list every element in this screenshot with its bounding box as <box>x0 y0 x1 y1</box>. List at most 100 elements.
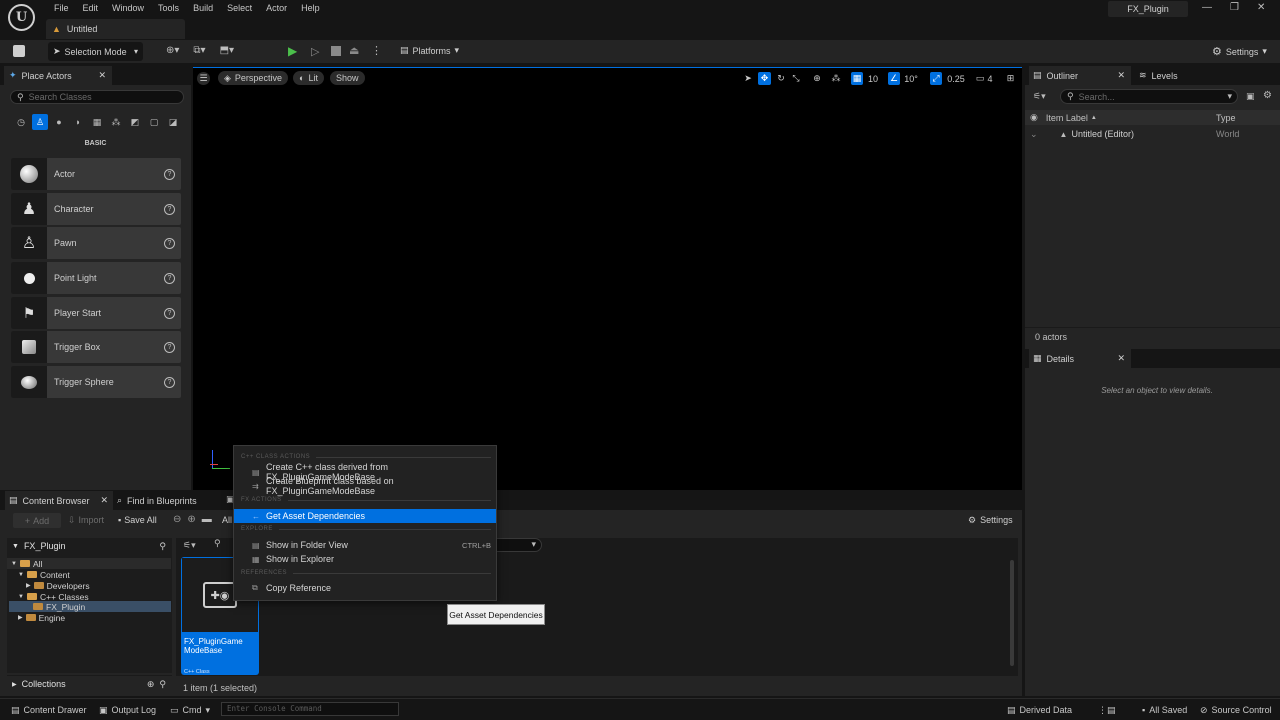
close-window-icon[interactable]: ✕ <box>1257 2 1265 13</box>
menu-edit[interactable]: Edit <box>76 2 106 14</box>
scale-snap-icon[interactable]: ⤢ <box>930 72 942 85</box>
show-in-folder-view-item[interactable]: ▤ Show in Folder View CTRL+B <box>234 538 496 552</box>
close-tab-icon[interactable]: ✕ <box>1117 70 1125 81</box>
play-icon[interactable]: ▶ <box>288 44 297 58</box>
surface-snap-icon[interactable]: ⁂ <box>830 72 842 85</box>
volumes-icon[interactable]: ▢ <box>146 114 162 130</box>
item-label-column[interactable]: Item Label <box>1046 113 1088 123</box>
find-in-blueprints-tab[interactable]: ⌕ Find in Blueprints <box>117 491 197 510</box>
help-icon[interactable]: ? <box>164 203 175 215</box>
search-classes-input[interactable]: ⚲ Search Classes <box>10 90 184 104</box>
step-icon[interactable]: ▷ <box>311 45 319 58</box>
save-icon[interactable] <box>13 45 25 57</box>
close-tab-icon[interactable]: ✕ <box>98 70 106 81</box>
visual-effects-icon[interactable]: ⁂ <box>108 114 124 130</box>
close-tab-icon[interactable]: ✕ <box>100 495 108 506</box>
menu-help[interactable]: Help <box>294 2 327 14</box>
shapes-icon[interactable]: ◗ <box>70 114 86 130</box>
all-classes-icon[interactable]: ◪ <box>165 114 181 130</box>
platforms-button[interactable]: ▤ Platforms ▾ <box>400 45 459 56</box>
menu-select[interactable]: Select <box>220 2 259 14</box>
all-saved-button[interactable]: ▪ All Saved <box>1142 703 1187 717</box>
asset-search-input[interactable]: ▾ <box>494 538 542 552</box>
geometry-icon[interactable]: ◩ <box>127 114 143 130</box>
details-tab[interactable]: ▦ Details ✕ <box>1029 349 1131 368</box>
gear-icon[interactable]: ⚙ <box>1263 90 1272 101</box>
add-collection-icon[interactable]: ⊕ <box>147 679 155 690</box>
scale-icon[interactable]: ⤡ <box>790 72 802 85</box>
search-icon[interactable]: ⚲ <box>159 679 166 690</box>
tree-item-developers[interactable]: ▶ Developers <box>26 580 90 591</box>
help-icon[interactable]: ? <box>164 272 175 284</box>
grid-snap-value[interactable]: 10 <box>866 72 880 85</box>
help-icon[interactable]: ? <box>164 168 175 180</box>
recent-icon[interactable]: ◷ <box>13 114 29 130</box>
menu-file[interactable]: File <box>47 2 76 14</box>
save-all-button[interactable]: ▪ Save All <box>118 515 157 525</box>
content-settings-button[interactable]: ⚙ Settings <box>968 515 1013 526</box>
expand-chevron-icon[interactable]: ⌄ <box>1030 129 1038 140</box>
lit-button[interactable]: ◐ Lit <box>293 71 324 85</box>
type-column[interactable]: Type <box>1216 113 1236 123</box>
show-button[interactable]: Show <box>330 71 365 85</box>
help-icon[interactable]: ? <box>164 341 175 353</box>
asset-scrollbar[interactable] <box>1010 560 1014 666</box>
actor-item-actor[interactable]: Actor ? <box>11 158 181 190</box>
tree-item-all[interactable]: ▼ All <box>7 558 171 569</box>
cinematic-icon[interactable]: ▦ <box>89 114 105 130</box>
path-breadcrumb[interactable]: All <box>222 515 232 525</box>
world-local-icon[interactable]: ⊕ <box>811 72 823 85</box>
stop-icon[interactable] <box>331 46 341 56</box>
tree-item-content[interactable]: ▼ Content <box>18 569 70 580</box>
help-icon[interactable]: ? <box>164 237 175 249</box>
search-icon[interactable]: ⚲ <box>214 538 221 549</box>
actor-item-trigger-sphere[interactable]: Trigger Sphere ? <box>11 366 181 398</box>
restore-icon[interactable]: ❐ <box>1230 2 1239 13</box>
grid-snap-icon[interactable]: ▦ <box>851 72 863 85</box>
scale-snap-value[interactable]: 0.25 <box>945 72 967 85</box>
actor-item-player-start[interactable]: ⚑ Player Start ? <box>11 297 181 329</box>
tree-item-fx-plugin[interactable]: FX_Plugin <box>9 601 171 612</box>
console-input[interactable]: Enter Console Command <box>221 702 399 716</box>
eject-icon[interactable]: ⏏ <box>349 44 359 57</box>
import-button[interactable]: ⇩ Import <box>68 515 104 526</box>
show-in-explorer-item[interactable]: ▦ Show in Explorer <box>234 552 496 566</box>
place-actors-tab[interactable]: ✦ Place Actors ✕ <box>4 66 112 85</box>
search-icon[interactable]: ⚲ <box>159 541 166 552</box>
menu-window[interactable]: Window <box>105 2 151 14</box>
content-browser-tab[interactable]: ▤ Content Browser ✕ <box>5 491 113 510</box>
rotation-snap-value[interactable]: 10° <box>903 72 919 85</box>
menu-build[interactable]: Build <box>186 2 220 14</box>
levels-tab[interactable]: ≋ Levels <box>1139 66 1178 85</box>
source-control-button[interactable]: ⊘ Source Control <box>1200 703 1272 717</box>
output-log-button[interactable]: ▣ Output Log <box>99 703 156 717</box>
camera-speed-value[interactable]: 4 <box>985 72 995 85</box>
menu-tools[interactable]: Tools <box>151 2 186 14</box>
selection-mode-dropdown[interactable]: ➤ Selection Mode ▾ <box>48 42 143 61</box>
settings-button[interactable]: ⚙ Settings ▾ <box>1212 45 1267 58</box>
actor-item-trigger-box[interactable]: Trigger Box ? <box>11 331 181 363</box>
level-tab[interactable]: ▲ Untitled <box>46 19 185 39</box>
help-icon[interactable]: ? <box>164 376 175 388</box>
back-icon[interactable]: ⊖ <box>173 514 181 525</box>
translate-icon[interactable]: ✥ <box>758 72 771 85</box>
unreal-logo-icon[interactable]: U <box>8 4 35 31</box>
actor-item-character[interactable]: ♟ Character ? <box>11 193 181 225</box>
add-folder-icon[interactable]: ▣ <box>1246 91 1255 102</box>
build-progress-icon[interactable]: ⋮▤ <box>1098 703 1116 717</box>
actor-item-point-light[interactable]: Point Light ? <box>11 262 181 294</box>
play-options-icon[interactable]: ⋮ <box>371 44 382 57</box>
forward-icon[interactable]: ⊕ <box>187 514 195 525</box>
visibility-icon[interactable]: ◉ <box>1030 112 1038 123</box>
outliner-tab[interactable]: ▤ Outliner ✕ <box>1029 66 1131 85</box>
menu-actor[interactable]: Actor <box>259 2 294 14</box>
minimize-icon[interactable]: — <box>1202 2 1212 13</box>
copy-reference-item[interactable]: ⧉ Copy Reference <box>234 581 496 595</box>
outliner-search-input[interactable]: ⚲ Search... ▾ <box>1060 89 1238 104</box>
help-icon[interactable]: ? <box>164 307 175 319</box>
get-asset-dependencies-item[interactable]: ← Get Asset Dependencies <box>234 509 496 523</box>
rotation-snap-icon[interactable]: ∠ <box>888 72 900 85</box>
rotate-icon[interactable]: ↻ <box>775 72 787 85</box>
perspective-button[interactable]: ◈ Perspective <box>218 71 288 85</box>
actor-item-pawn[interactable]: ♙ Pawn ? <box>11 227 181 259</box>
